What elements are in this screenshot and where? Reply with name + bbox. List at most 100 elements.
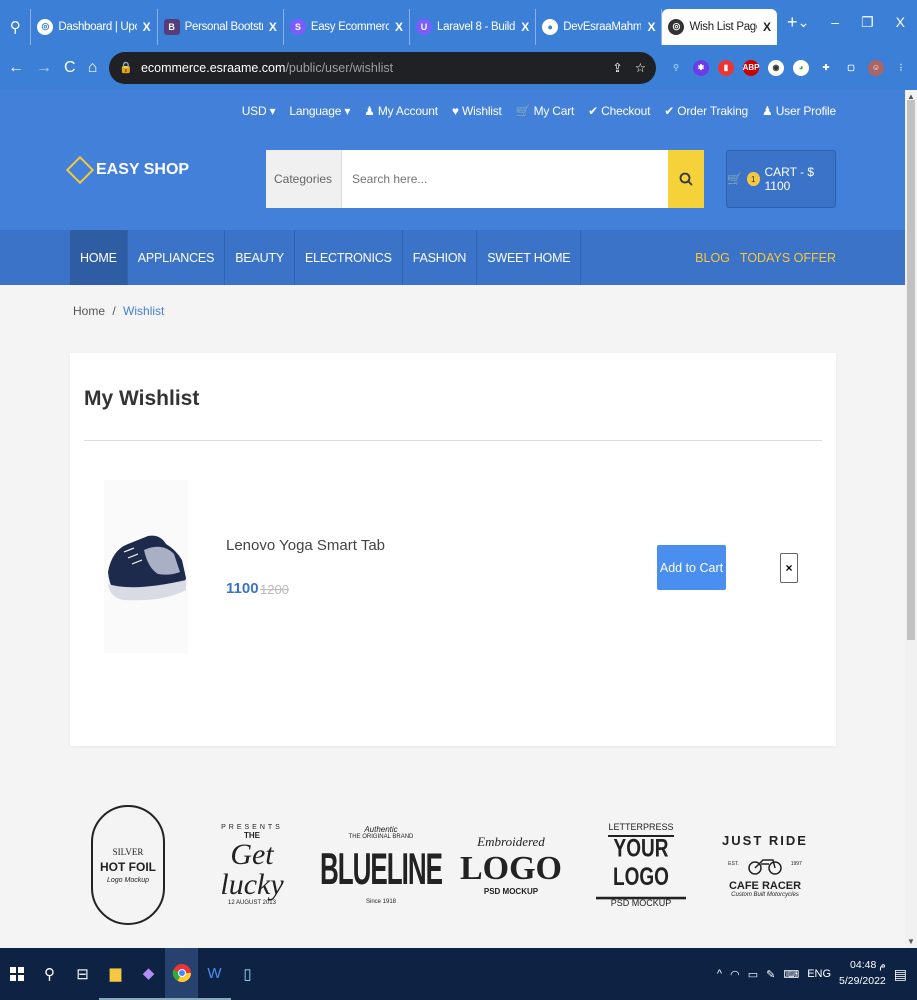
wifi-icon[interactable]: ◠ bbox=[730, 968, 740, 981]
close-tab-icon[interactable]: X bbox=[763, 20, 771, 34]
tab-bootstrap[interactable]: B Personal Bootstrap T X bbox=[158, 8, 284, 45]
close-tab-icon[interactable]: X bbox=[269, 20, 277, 34]
bookmark-star-icon[interactable]: ☆ bbox=[635, 60, 646, 75]
menu-electronics[interactable]: ELECTRONICS bbox=[295, 230, 403, 285]
breadcrumb-current: Wishlist bbox=[123, 304, 165, 318]
menu-dots-icon[interactable]: ⋮ bbox=[893, 60, 909, 76]
wishlist-link[interactable]: ♥ Wishlist bbox=[452, 104, 502, 118]
close-window-icon[interactable]: X bbox=[896, 14, 905, 31]
location-pin-icon[interactable]: ⚲ bbox=[668, 60, 684, 76]
menu-home[interactable]: HOME bbox=[70, 230, 128, 285]
currency-dropdown[interactable]: USD ▾ bbox=[242, 104, 276, 118]
tab-wishlist[interactable]: ◎ Wish List Page X bbox=[662, 8, 778, 45]
circle-extension-icon[interactable]: ◉ bbox=[768, 59, 784, 76]
brand-text: THE ORIGINAL BRAND bbox=[348, 834, 414, 840]
keyboard-icon[interactable]: ⌨ bbox=[783, 968, 799, 981]
search-button[interactable] bbox=[668, 150, 704, 208]
location-pin-icon: ⚲ bbox=[9, 18, 21, 36]
close-tab-icon[interactable]: X bbox=[395, 20, 403, 34]
brand-logo-letterpress[interactable]: LETTERPRESS YOUR LOGO PSD MOCKUP bbox=[596, 800, 686, 930]
notifications-icon[interactable]: ▤ bbox=[894, 966, 907, 983]
page-scrollbar[interactable]: ▲ ▼ bbox=[905, 90, 917, 948]
search-input[interactable] bbox=[342, 150, 668, 208]
checkout-link[interactable]: ✔ Checkout bbox=[588, 104, 650, 118]
brand-logo-blueline[interactable]: Authentic THE ORIGINAL BRAND BLUELINE Si… bbox=[320, 800, 443, 930]
tab-maps[interactable]: ⚲ bbox=[0, 8, 32, 45]
language-indicator[interactable]: ENG bbox=[807, 968, 831, 980]
restore-icon[interactable]: ❐ bbox=[861, 14, 874, 31]
brand-text: PSD MOCKUP bbox=[610, 898, 672, 908]
site-logo[interactable]: EASY SHOP bbox=[65, 155, 189, 185]
forward-icon[interactable]: → bbox=[36, 59, 52, 77]
minimize-icon[interactable]: – bbox=[831, 14, 839, 31]
stripe-icon: S bbox=[289, 18, 306, 35]
visual-studio-icon[interactable]: ◆ bbox=[132, 948, 165, 1000]
cart-button[interactable]: 🛒 1 CART - $ 1100 bbox=[726, 150, 836, 208]
category-select[interactable]: Categories ▼ bbox=[266, 150, 350, 208]
menu-todays-offer[interactable]: TODAYS OFFER bbox=[740, 251, 836, 265]
add-to-cart-button[interactable]: Add to Cart bbox=[657, 545, 726, 590]
tab-title: Dashboard | Upcube bbox=[58, 20, 136, 33]
search-icon[interactable]: ⚲ bbox=[33, 948, 66, 1000]
tab-laravel[interactable]: U Laravel 8 - Build Adv X bbox=[410, 8, 537, 45]
adblock-icon[interactable]: ABP bbox=[743, 59, 759, 76]
user-profile-link[interactable]: ♟ User Profile bbox=[762, 104, 836, 118]
share-icon[interactable]: ⇪ bbox=[612, 60, 622, 75]
clock[interactable]: 04:48 م 5/29/2022 bbox=[839, 958, 886, 990]
menu-fashion[interactable]: FASHION bbox=[403, 230, 478, 285]
tab-search-icon[interactable]: ⌄ bbox=[798, 14, 810, 31]
scrollbar-thumb[interactable] bbox=[907, 100, 915, 640]
brand-text: 12 AUGUST 2013 bbox=[228, 900, 276, 906]
tab-easy-ecommerce[interactable]: S Easy Ecommerce Adr X bbox=[284, 8, 411, 45]
home-icon[interactable]: ⌂ bbox=[88, 59, 98, 77]
product-name[interactable]: Lenovo Yoga Smart Tab bbox=[226, 537, 385, 554]
brand-logo-cafe-racer[interactable]: JUST RIDE EST. 1997 CAFE RACER Custom Bu… bbox=[720, 800, 810, 930]
menu-sweet-home[interactable]: SWEET HOME bbox=[477, 230, 582, 285]
task-view-icon[interactable]: ⊟ bbox=[66, 948, 99, 1000]
brand-text: BLUELINE bbox=[320, 843, 443, 895]
breadcrumb-home[interactable]: Home bbox=[73, 304, 105, 318]
breadcrumb-separator: / bbox=[112, 304, 116, 318]
sidepanel-icon[interactable]: ▢ bbox=[843, 60, 859, 76]
profile-extension-icon[interactable]: ◕ bbox=[793, 59, 809, 76]
my-account-link[interactable]: ♟ My Account bbox=[364, 104, 438, 118]
menu-beauty[interactable]: BEAUTY bbox=[225, 230, 296, 285]
close-tab-icon[interactable]: X bbox=[647, 20, 655, 34]
brand-logo-get-lucky[interactable]: PRESENTS THE Get lucky 12 AUGUST 2013 bbox=[202, 800, 302, 930]
shield-extension-icon[interactable]: ▮ bbox=[718, 59, 734, 76]
word-icon[interactable]: W bbox=[198, 948, 231, 1000]
chrome-icon[interactable] bbox=[165, 948, 198, 1000]
my-cart-link[interactable]: 🛒 My Cart bbox=[516, 104, 575, 118]
remove-item-button[interactable]: × bbox=[780, 553, 798, 583]
scroll-down-icon[interactable]: ▼ bbox=[907, 937, 915, 946]
close-tab-icon[interactable]: X bbox=[521, 20, 529, 34]
notepad-icon[interactable]: ▯ bbox=[231, 948, 264, 1000]
brand-text: Since 1918 bbox=[365, 899, 397, 905]
color-wheel-icon[interactable]: ✱ bbox=[693, 59, 709, 76]
product-image[interactable] bbox=[104, 480, 188, 653]
menu-blog[interactable]: BLOG bbox=[695, 251, 730, 265]
brand-logo-embroidered[interactable]: Embroidered LOGO PSD MOCKUP bbox=[460, 800, 562, 930]
brand-logo-silver-hot-foil[interactable]: SILVER HOT FOIL Logo Mockup bbox=[88, 800, 168, 930]
brand-text: PSD MOCKUP bbox=[483, 887, 539, 897]
menu-appliances[interactable]: APPLIANCES bbox=[128, 230, 226, 285]
tab-github[interactable]: ● DevEsraaMahmoud/ X bbox=[536, 8, 663, 45]
new-tab-button[interactable]: + bbox=[787, 12, 798, 33]
tab-title: Easy Ecommerce Adr bbox=[310, 20, 389, 33]
clock-time: 04:48 م bbox=[850, 959, 886, 972]
reload-icon[interactable]: C bbox=[64, 59, 76, 77]
back-icon[interactable]: ← bbox=[8, 59, 24, 77]
language-dropdown[interactable]: Language ▾ bbox=[289, 104, 350, 118]
puzzle-icon[interactable]: ✚ bbox=[818, 60, 834, 76]
battery-icon[interactable]: ▭ bbox=[748, 968, 758, 981]
chevron-up-icon[interactable]: ^ bbox=[717, 968, 722, 980]
pen-icon[interactable]: ✎ bbox=[766, 968, 775, 981]
order-tracking-link[interactable]: ✔ Order Traking bbox=[664, 104, 748, 118]
tab-dashboard[interactable]: ◎ Dashboard | Upcube X bbox=[31, 8, 158, 45]
avatar[interactable]: ☺ bbox=[868, 59, 884, 76]
close-tab-icon[interactable]: X bbox=[143, 20, 151, 34]
address-bar[interactable]: 🔒 ecommerce.esraame.com/public/user/wish… bbox=[109, 51, 656, 84]
brand-text: Embroidered bbox=[477, 833, 545, 849]
start-button[interactable] bbox=[0, 948, 33, 1000]
file-explorer-icon[interactable]: ▆ bbox=[99, 948, 132, 1000]
